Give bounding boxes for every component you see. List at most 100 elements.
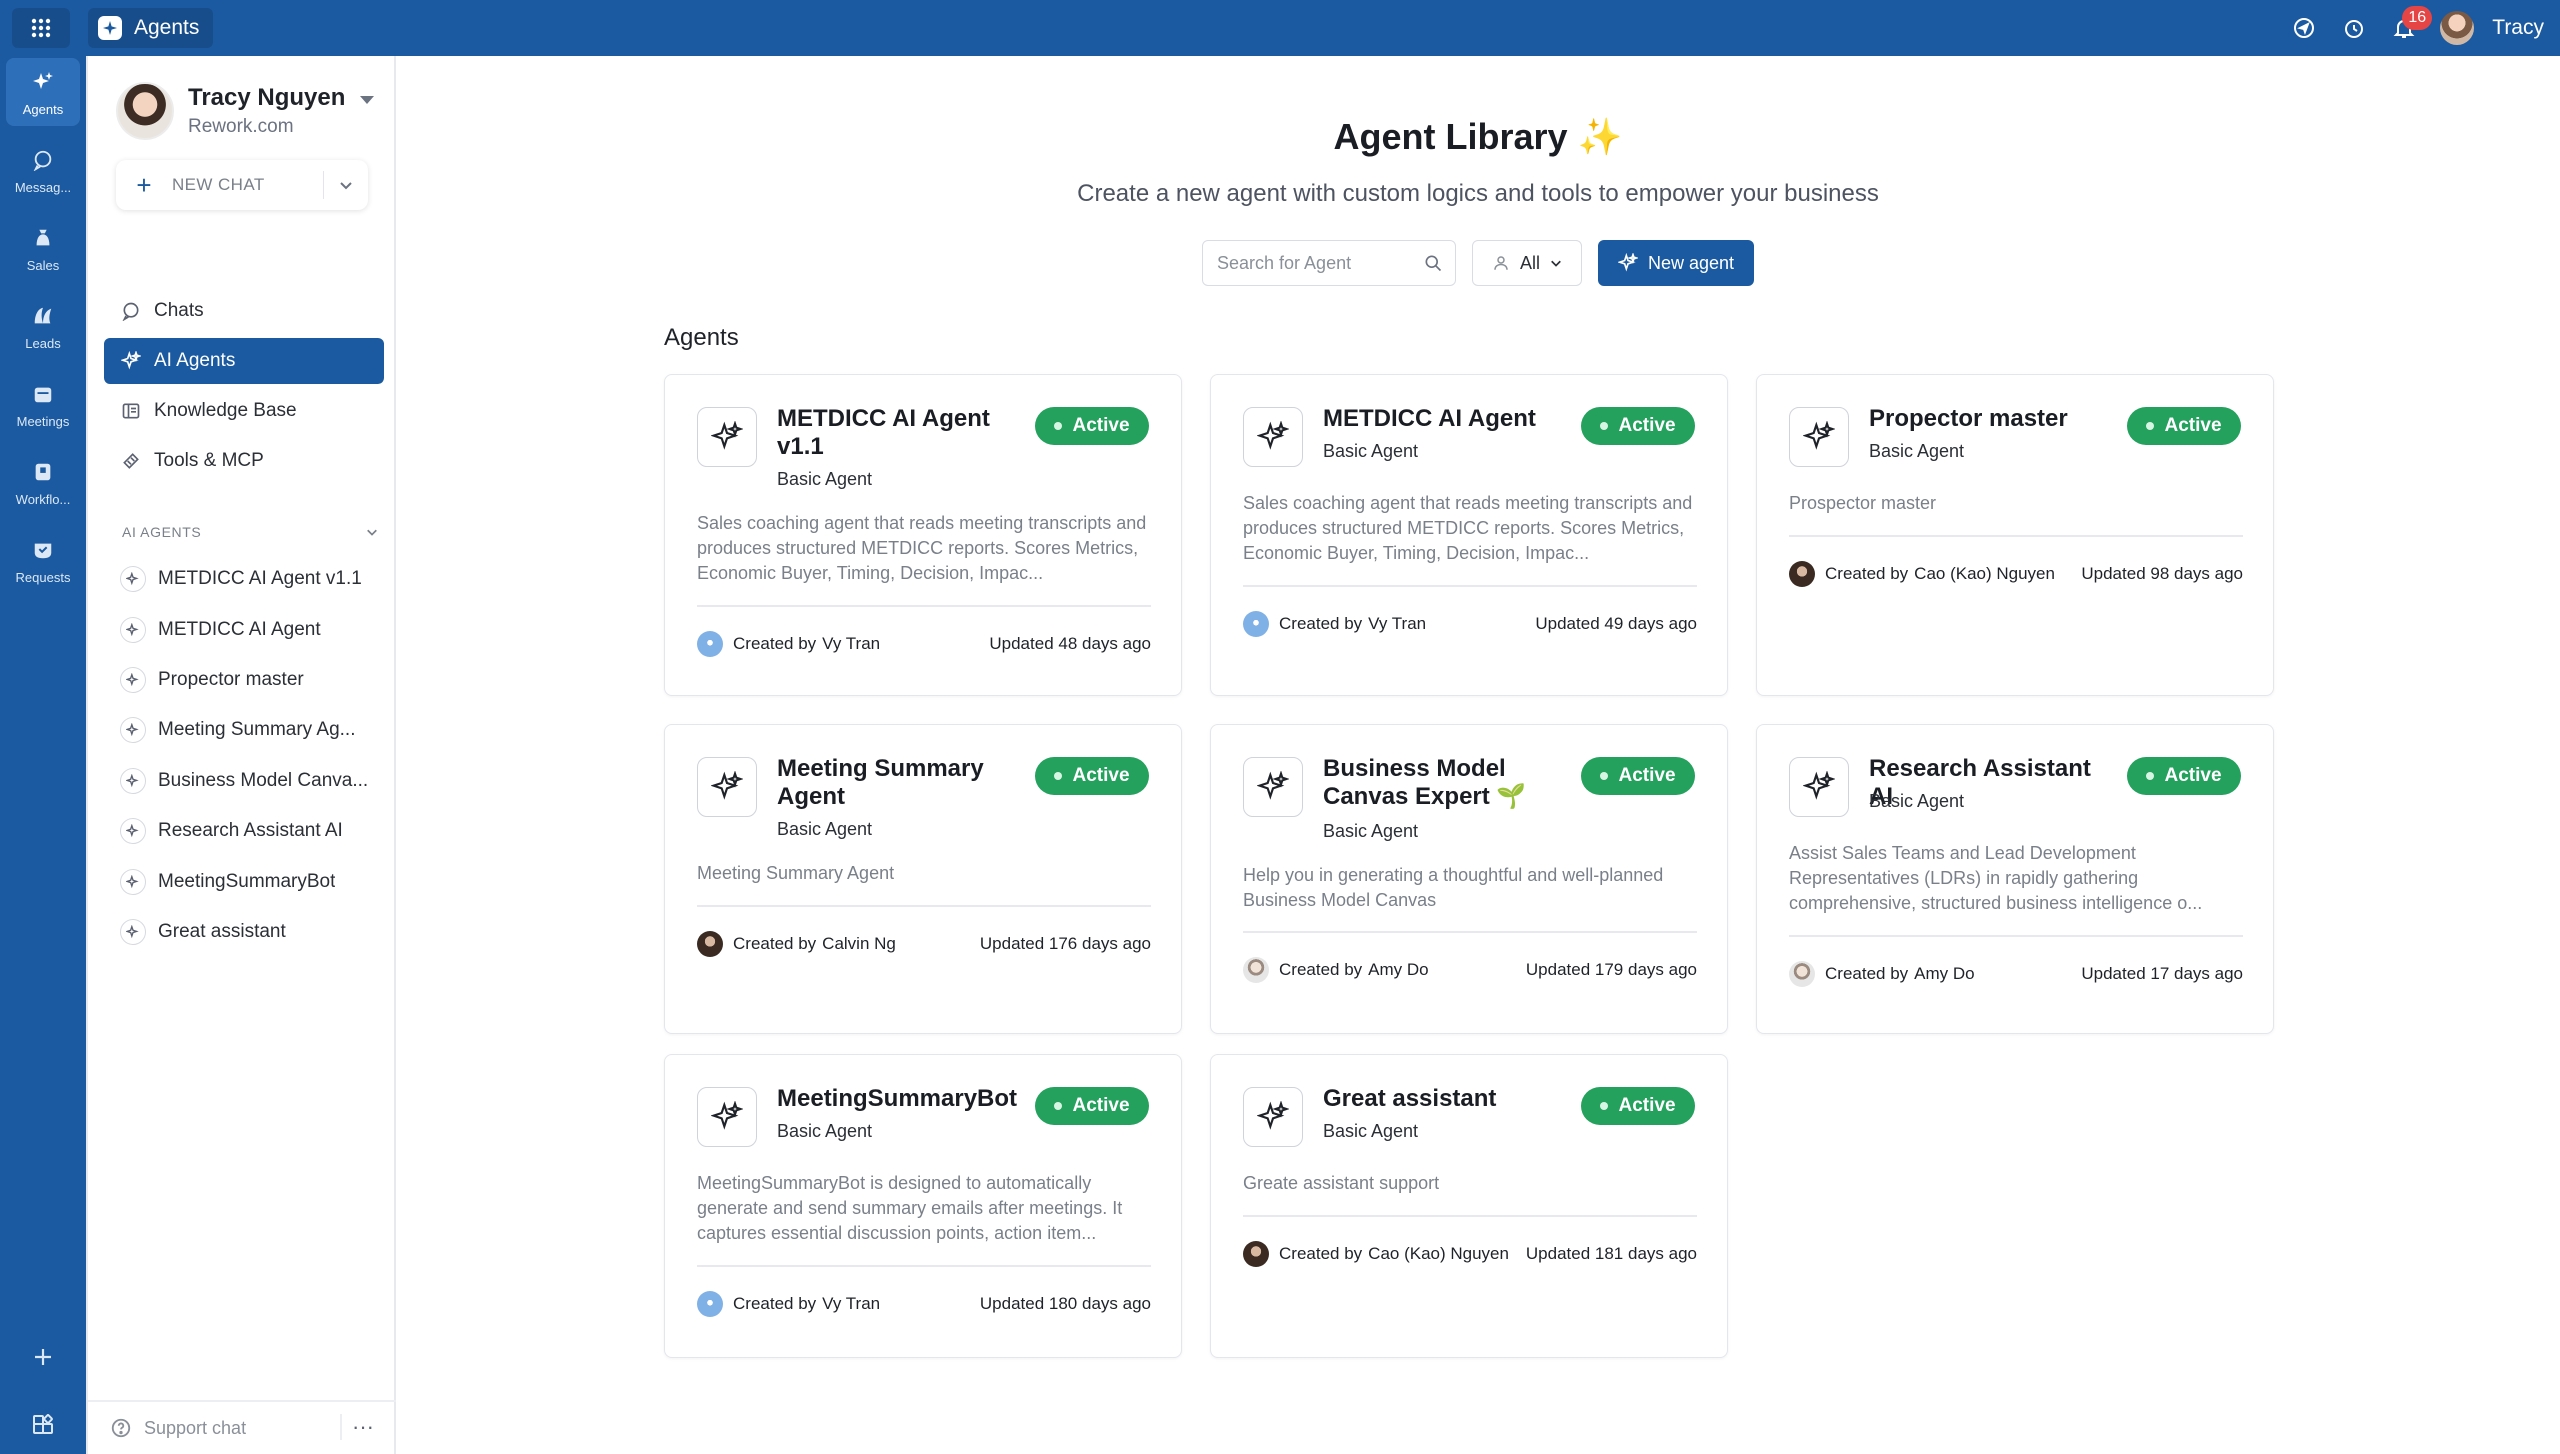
agent-meta: Created by Cao (Kao) Nguyen Updated 98 da…: [1789, 561, 2243, 587]
sparkles-icon: [120, 868, 146, 895]
status-badge: Active: [1035, 407, 1149, 445]
user-menu[interactable]: Tracy: [2440, 11, 2544, 45]
page-subtitle: Create a new agent with custom logics an…: [1077, 180, 1879, 207]
status-dot: [2146, 772, 2155, 780]
calendar-icon: [29, 380, 57, 408]
user-icon: [1494, 256, 1508, 270]
rail-item-sales[interactable]: Sales: [6, 214, 80, 282]
agent-description: Sales coaching agent that reads meeting …: [697, 513, 1147, 583]
chevron-down-icon[interactable]: [360, 96, 374, 104]
search-input[interactable]: Search for Agent: [1202, 240, 1456, 286]
sidebar-item-ai-agents[interactable]: AI Agents: [104, 338, 384, 384]
rail-item-leads[interactable]: Leads: [6, 292, 80, 360]
agent-meta: Created by Amy Do Updated 179 days ago: [1243, 957, 1697, 983]
avatar: [697, 1291, 723, 1317]
rail-item-agents[interactable]: Agents: [6, 58, 80, 126]
money-bag-icon: [29, 224, 57, 252]
agent-meta: Created by Vy Tran Updated 48 days ago: [697, 631, 1151, 657]
sidebar-agent-item[interactable]: Propector master: [120, 655, 382, 705]
sidebar-agent-item[interactable]: MeetingSummaryBot: [120, 856, 382, 906]
sidebar-agent-item[interactable]: METDICC AI Agent: [120, 604, 382, 654]
agent-card[interactable]: Business Model Canvas Expert 🌱 Basic Age…: [1210, 724, 1728, 1034]
add-module-button[interactable]: [0, 1346, 86, 1368]
agent-card[interactable]: MeetingSummaryBot Basic Agent Active Mee…: [664, 1054, 1182, 1358]
main-content: Agent Library ✨ Create a new agent with …: [396, 56, 2560, 1454]
chevron-down-icon: [1551, 260, 1561, 267]
avatar: [2440, 11, 2475, 45]
workflow-icon: [29, 458, 57, 486]
sidebar-agent-item[interactable]: Business Model Canva...: [120, 756, 382, 806]
agent-description: Prospector master: [1789, 493, 1937, 513]
module-rail: Agents Messag... Sales Leads Meetings Wo…: [0, 56, 86, 1454]
sidebar-agent-item[interactable]: Research Assistant AI: [120, 806, 382, 856]
new-agent-button[interactable]: New agent: [1598, 240, 1754, 286]
toolbar: Search for Agent All New agent: [1202, 240, 1754, 286]
sparkles-icon: [697, 1087, 757, 1147]
user-name: Tracy: [2492, 16, 2544, 39]
chevron-down-icon: [367, 529, 377, 536]
app-launcher-button[interactable]: [12, 8, 70, 48]
sparkles-icon: [1243, 407, 1303, 467]
agent-card[interactable]: Great assistant Basic Agent Active Great…: [1210, 1054, 1728, 1358]
divider: [1243, 1215, 1697, 1217]
agent-name: METDICC AI Agent: [1323, 405, 1536, 432]
divider: [697, 905, 1151, 907]
sidebar-agent-item[interactable]: Meeting Summary Ag...: [120, 705, 382, 755]
status-dot: [2146, 422, 2155, 430]
reminder-icon[interactable]: [2340, 14, 2368, 42]
app-name: Agents: [134, 16, 200, 39]
agent-card[interactable]: METDICC AI Agent v1.1 Basic Agent Active…: [664, 374, 1182, 696]
agent-card[interactable]: Meeting Summary Agent Basic Agent Active…: [664, 724, 1182, 1034]
rail-item-requests[interactable]: Requests: [6, 526, 80, 594]
agent-meta: Created by Calvin Ng Updated 176 days ago: [697, 931, 1151, 957]
sidebar-item-tools-mcp[interactable]: Tools & MCP: [104, 438, 384, 484]
status-badge: Active: [2127, 757, 2241, 795]
sidebar-agent-item[interactable]: METDICC AI Agent v1.1: [120, 554, 382, 604]
sidebar-item-knowledge-base[interactable]: Knowledge Base: [104, 388, 384, 434]
more-options-button[interactable]: ···: [340, 1414, 384, 1440]
send-icon[interactable]: [2290, 14, 2318, 42]
sidebar-agent-item[interactable]: Great assistant: [120, 907, 382, 957]
agent-name: Business Model Canvas Expert 🌱: [1323, 755, 1527, 810]
profile-switcher[interactable]: Tracy Nguyen Rework.com: [116, 82, 345, 140]
support-chat-button[interactable]: Support chat ···: [88, 1400, 398, 1454]
agent-meta: Created by Cao (Kao) Nguyen Updated 181 d…: [1243, 1241, 1697, 1267]
sparkles-icon: [1789, 757, 1849, 817]
apps-button[interactable]: [0, 1414, 86, 1436]
agent-description: Meeting Summary Agent: [697, 863, 895, 883]
bell-icon[interactable]: 16: [2390, 6, 2433, 42]
inbox-check-icon: [29, 536, 57, 564]
section-title: Agents: [664, 324, 739, 351]
ai-agents-icon: [120, 350, 142, 372]
notification-count-badge: 16: [2402, 6, 2433, 30]
sidebar-nav: Chats AI Agents Knowledge Base Tools & M…: [104, 288, 384, 488]
sparkles-emoji: ✨: [1577, 116, 1623, 157]
new-chat-dropdown[interactable]: [324, 178, 368, 192]
updated-text: Updated 98 days ago: [2081, 564, 2243, 583]
rail-item-workflows[interactable]: Workflo...: [6, 448, 80, 516]
updated-text: Updated 48 days ago: [989, 634, 1151, 653]
divider: [697, 1265, 1151, 1267]
agent-type: Basic Agent: [777, 469, 873, 489]
sidebar-item-chats[interactable]: Chats: [104, 288, 384, 334]
tools-icon: [120, 450, 142, 472]
agent-card[interactable]: Research Assistant AI Basic Agent Active…: [1756, 724, 2274, 1034]
sparkles-icon: [120, 818, 146, 845]
page-title: Agent Library ✨: [1333, 116, 1623, 157]
agent-card[interactable]: Propector master Basic Agent Active Pros…: [1756, 374, 2274, 696]
chevron-down-icon: [340, 182, 352, 190]
avatar: [697, 931, 723, 957]
rail-item-messages[interactable]: Messag...: [6, 136, 80, 204]
agent-type: Basic Agent: [1323, 1121, 1419, 1141]
avatar: [1243, 957, 1269, 983]
agent-card[interactable]: METDICC AI Agent Basic Agent Active Sale…: [1210, 374, 1728, 696]
ai-agents-section-header[interactable]: AI AGENTS: [122, 524, 378, 540]
updated-text: Updated 17 days ago: [2081, 964, 2243, 983]
sparkles-icon: [120, 717, 146, 744]
rail-item-meetings[interactable]: Meetings: [6, 370, 80, 438]
app-switcher[interactable]: Agents: [88, 8, 214, 48]
owner-filter-dropdown[interactable]: All: [1472, 240, 1582, 286]
status-badge: Active: [1035, 757, 1149, 795]
new-chat-button[interactable]: + NEW CHAT: [116, 160, 368, 210]
agent-meta: Created by Amy Do Updated 17 days ago: [1789, 961, 2243, 987]
